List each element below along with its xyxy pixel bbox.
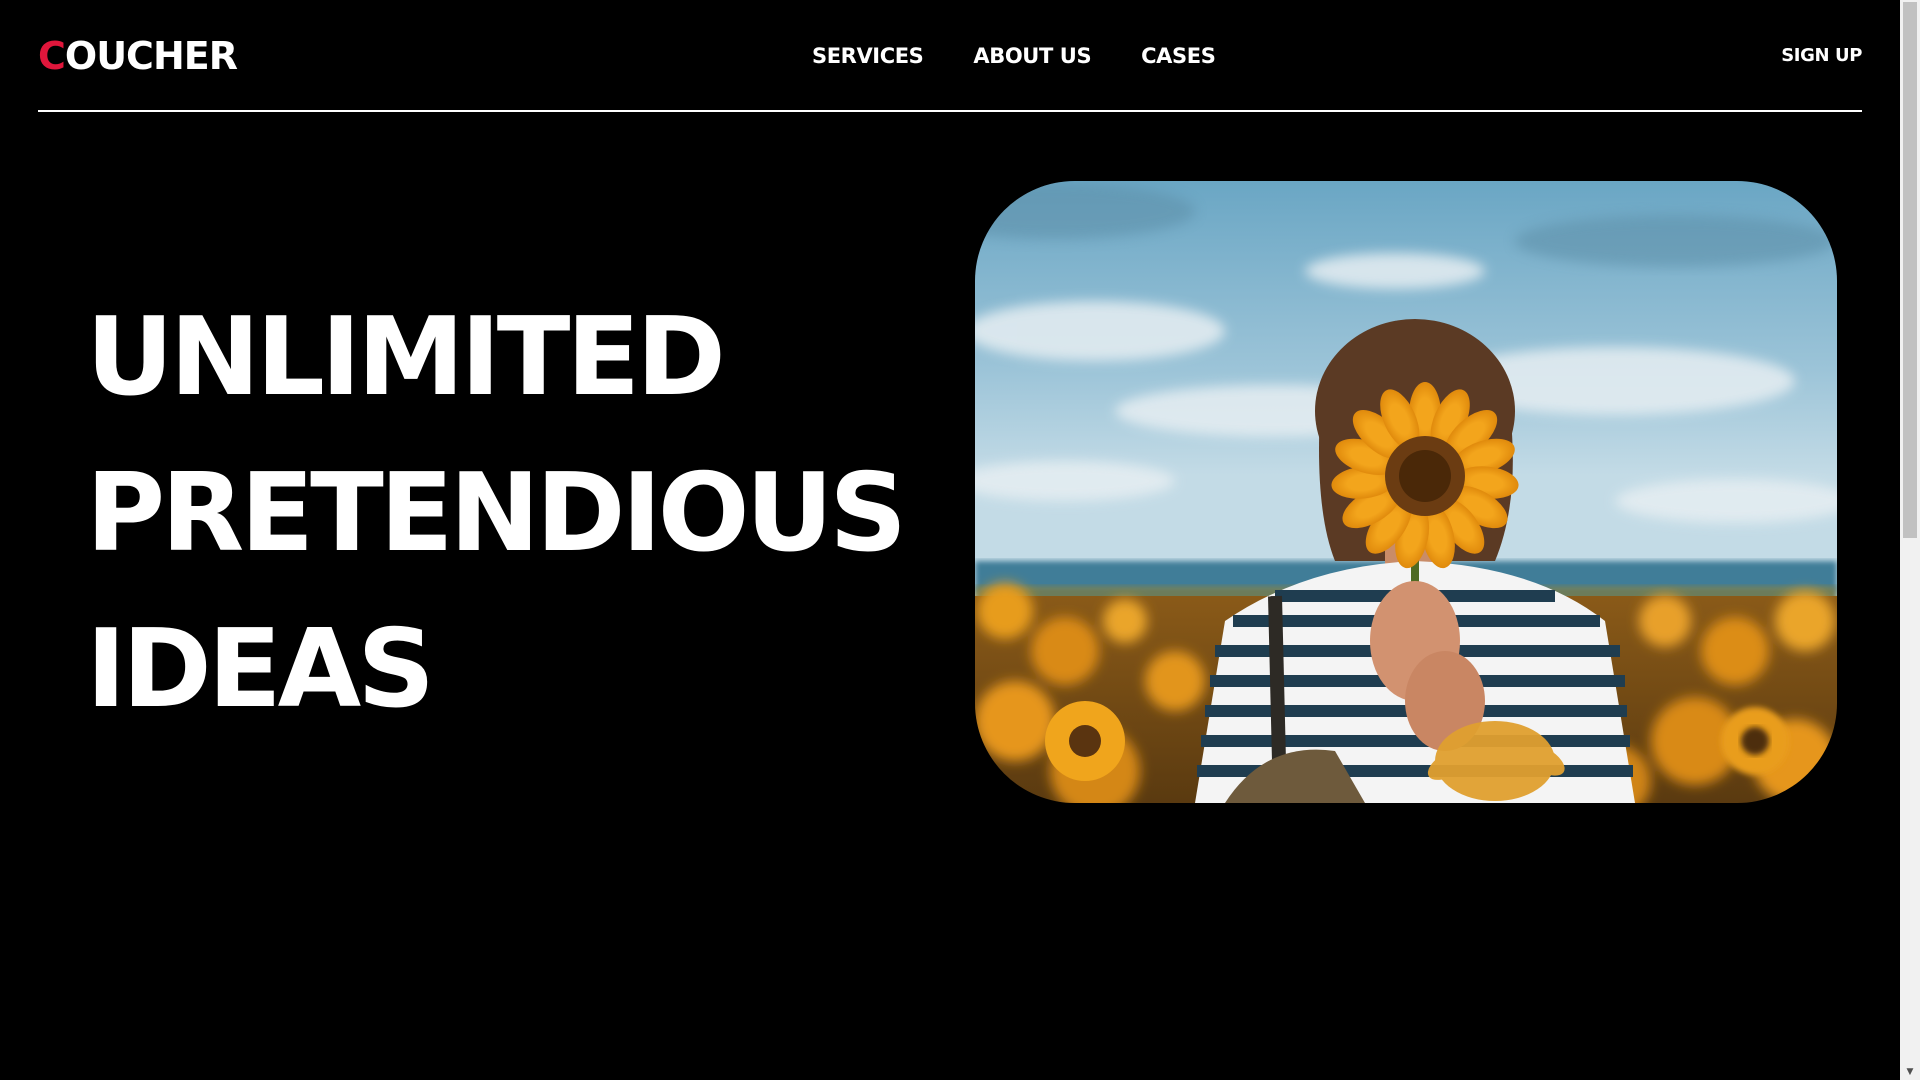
hero-title: UNLIMITED PRETENDIOUS IDEAS: [86, 280, 907, 748]
logo[interactable]: COUCHER: [38, 34, 238, 78]
hero-title-line: PRETENDIOUS: [86, 451, 907, 576]
main-nav: SERVICES ABOUT US CASES: [812, 44, 1216, 68]
site-header: COUCHER SERVICES ABOUT US CASES SIGN UP: [38, 0, 1862, 112]
nav-item-about-us[interactable]: ABOUT US: [973, 44, 1091, 68]
viewport: COUCHER SERVICES ABOUT US CASES SIGN UP …: [0, 0, 1900, 1080]
hero-image: [975, 181, 1837, 803]
scrollbar-thumb[interactable]: [1903, 2, 1917, 538]
sign-up-link[interactable]: SIGN UP: [1781, 45, 1862, 67]
chevron-down-icon[interactable]: ▼: [1900, 1064, 1920, 1080]
nav-item-services[interactable]: SERVICES: [812, 44, 924, 68]
logo-rest: OUCHER: [64, 34, 238, 78]
nav-item-cases[interactable]: CASES: [1141, 44, 1216, 68]
page: COUCHER SERVICES ABOUT US CASES SIGN UP …: [0, 0, 1920, 1080]
hero-photo-illustration: [975, 181, 1837, 803]
hero-title-line: IDEAS: [86, 607, 435, 732]
logo-first-letter: C: [38, 34, 66, 78]
vertical-scrollbar[interactable]: ▼: [1900, 0, 1920, 1080]
hero-title-line: UNLIMITED: [86, 295, 726, 420]
